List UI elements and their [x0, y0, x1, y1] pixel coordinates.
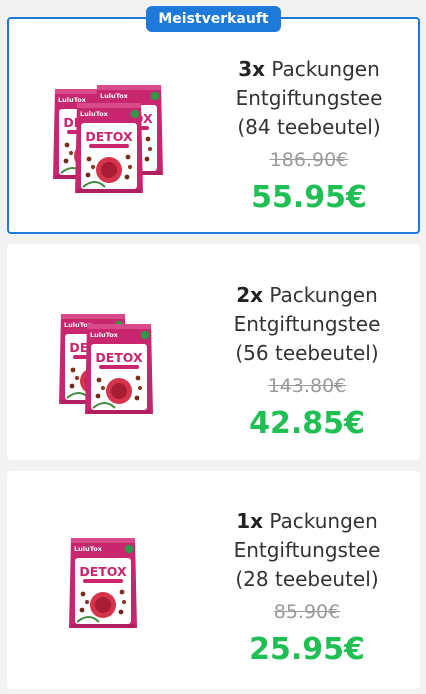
offer-info: 3x Packungen Entgiftungstee (84 teebeute… — [214, 55, 404, 217]
quantity: 1x — [236, 509, 264, 533]
bag-count: (56 teebeutel) — [235, 341, 379, 365]
quantity-line: 3x Packungen — [214, 55, 404, 84]
bag-count: (28 teebeutel) — [235, 567, 379, 591]
product-name: Entgiftungstee — [233, 538, 381, 562]
original-price: 85.90€ — [273, 601, 341, 623]
quantity-unit: Packungen — [269, 283, 378, 307]
sale-price: 55.95€ — [251, 180, 367, 215]
offer-info: 1x Packungen Entgiftungstee (28 teebeute… — [212, 507, 402, 669]
product-image-2-packs — [58, 313, 154, 415]
product-image-3-packs — [52, 84, 164, 194]
bestseller-badge: Meistverkauft — [146, 6, 281, 32]
quantity: 2x — [236, 283, 264, 307]
original-price: 186.90€ — [269, 149, 349, 171]
offer-card-3-packs[interactable]: 3x Packungen Entgiftungstee (84 teebeute… — [7, 17, 420, 234]
product-name: Entgiftungstee — [235, 86, 383, 110]
quantity-line: 2x Packungen — [212, 281, 402, 310]
quantity-unit: Packungen — [269, 509, 378, 533]
product-name: Entgiftungstee — [233, 312, 381, 336]
offer-card-1-pack[interactable]: 1x Packungen Entgiftungstee (28 teebeute… — [7, 471, 420, 689]
sale-price: 42.85€ — [249, 406, 365, 441]
quantity-line: 1x Packungen — [212, 507, 402, 536]
original-price: 143.80€ — [267, 375, 347, 397]
product-image-1-pack — [68, 537, 138, 629]
offer-card-2-packs[interactable]: 2x Packungen Entgiftungstee (56 teebeute… — [7, 244, 420, 460]
offer-info: 2x Packungen Entgiftungstee (56 teebeute… — [212, 281, 402, 443]
quantity: 3x — [238, 57, 266, 81]
bag-count: (84 teebeutel) — [237, 115, 381, 139]
quantity-unit: Packungen — [271, 57, 380, 81]
sale-price: 25.95€ — [249, 632, 365, 667]
